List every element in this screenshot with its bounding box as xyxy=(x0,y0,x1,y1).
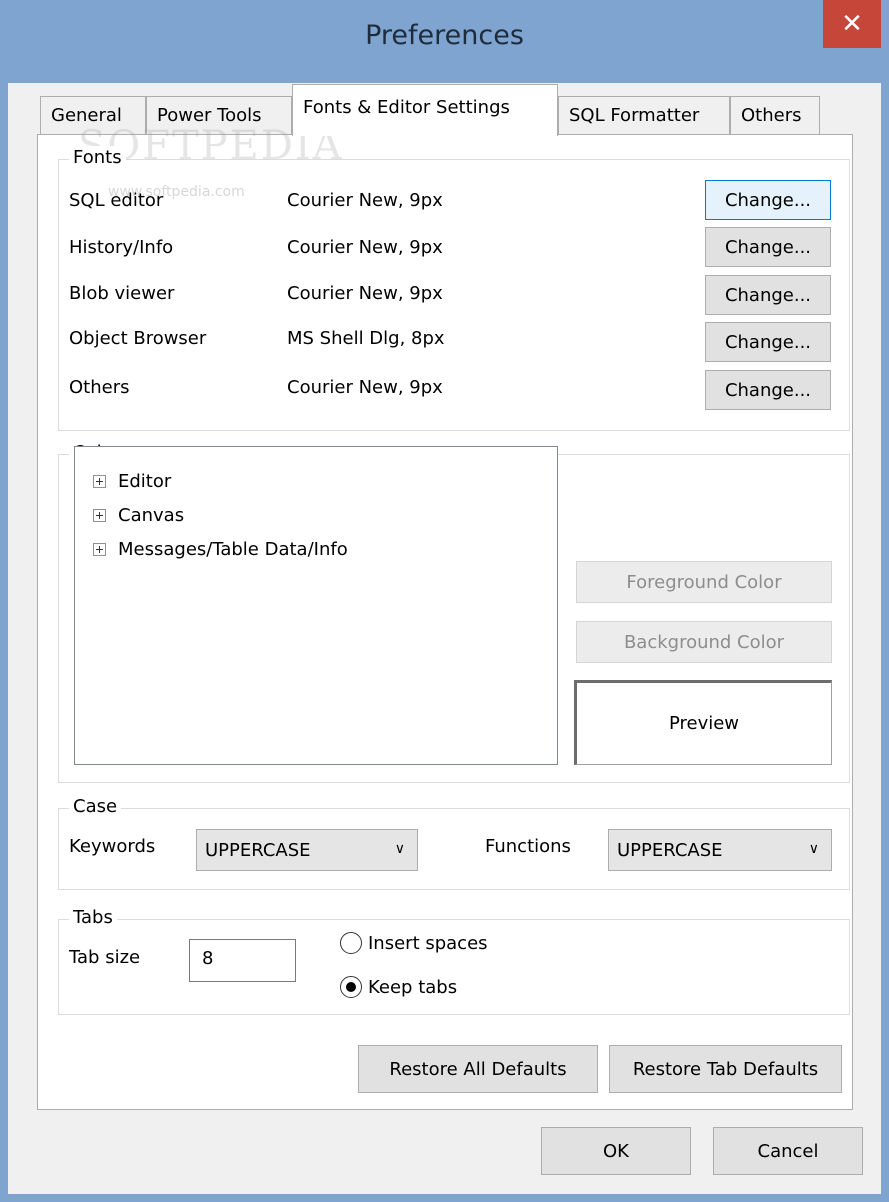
tab-others[interactable]: Others xyxy=(730,96,820,138)
tab-label: Fonts & Editor Settings xyxy=(303,97,510,118)
tab-label: General xyxy=(51,105,122,126)
font-row-value: Courier New, 9px xyxy=(287,377,443,398)
font-row-name: History/Info xyxy=(69,237,174,258)
tab-sql-formatter[interactable]: SQL Formatter xyxy=(558,96,730,138)
tab-label: Others xyxy=(741,105,802,126)
window-title: Preferences xyxy=(365,20,524,51)
insert-spaces-radio[interactable]: Insert spaces xyxy=(340,932,488,954)
close-icon: ✕ xyxy=(841,9,863,39)
keywords-case-value: UPPERCASE xyxy=(205,839,311,861)
tree-item-messages-table-data-info[interactable]: Messages/Table Data/Info xyxy=(93,535,348,563)
font-row-value: MS Shell Dlg, 8px xyxy=(287,328,445,349)
font-row-name: Object Browser xyxy=(69,328,207,349)
change-others-font-button[interactable]: Change... xyxy=(705,370,831,410)
font-row-value: Courier New, 9px xyxy=(287,190,443,211)
font-row-name: Others xyxy=(69,377,130,398)
expand-icon[interactable] xyxy=(93,508,106,522)
ok-button[interactable]: OK xyxy=(541,1127,691,1175)
tab-size-label: Tab size xyxy=(69,947,141,968)
close-button[interactable]: ✕ xyxy=(823,0,881,48)
tab-size-input[interactable]: 8 xyxy=(189,939,296,982)
restore-tab-defaults-button[interactable]: Restore Tab Defaults xyxy=(609,1045,842,1093)
tab-general[interactable]: General xyxy=(40,96,146,138)
cancel-button[interactable]: Cancel xyxy=(713,1127,863,1175)
tab-label: Power Tools xyxy=(157,105,262,126)
keep-tabs-radio[interactable]: Keep tabs xyxy=(340,976,457,998)
title-bar: Preferences ✕ xyxy=(0,0,889,83)
tab-label: SQL Formatter xyxy=(569,105,700,126)
background-color-button[interactable]: Background Color xyxy=(576,621,832,663)
expand-icon[interactable] xyxy=(93,542,106,556)
color-tree[interactable]: Editor Canvas Messages/Table Data/Info xyxy=(74,446,558,765)
functions-case-select[interactable]: UPPERCASE ∨ xyxy=(608,829,832,871)
change-object-browser-font-button[interactable]: Change... xyxy=(705,322,831,362)
chevron-down-icon: ∨ xyxy=(808,841,819,857)
tree-item-editor[interactable]: Editor xyxy=(93,467,171,495)
font-row-name: SQL editor xyxy=(69,190,164,211)
tabs-group-label: Tabs xyxy=(69,906,117,930)
foreground-color-button[interactable]: Foreground Color xyxy=(576,561,832,603)
fonts-group-label: Fonts xyxy=(69,146,126,170)
font-row-value: Courier New, 9px xyxy=(287,237,443,258)
tree-item-canvas[interactable]: Canvas xyxy=(93,501,184,529)
tab-power-tools[interactable]: Power Tools xyxy=(146,96,292,138)
change-blob-viewer-font-button[interactable]: Change... xyxy=(705,275,831,315)
tree-item-label: Canvas xyxy=(118,504,185,526)
insert-spaces-label: Insert spaces xyxy=(368,932,488,954)
expand-icon[interactable] xyxy=(93,474,106,488)
tab-fonts-editor-settings[interactable]: Fonts & Editor Settings xyxy=(292,84,558,136)
functions-label: Functions xyxy=(485,836,571,857)
chevron-down-icon: ∨ xyxy=(394,841,405,857)
color-preview: Preview xyxy=(574,680,832,765)
change-history-info-font-button[interactable]: Change... xyxy=(705,227,831,267)
keywords-case-select[interactable]: UPPERCASE ∨ xyxy=(196,829,418,871)
change-sql-editor-font-button[interactable]: Change... xyxy=(705,180,831,220)
functions-case-value: UPPERCASE xyxy=(617,839,723,861)
keywords-label: Keywords xyxy=(69,836,156,857)
font-row-value: Courier New, 9px xyxy=(287,283,443,304)
keep-tabs-label: Keep tabs xyxy=(368,976,458,998)
tree-item-label: Messages/Table Data/Info xyxy=(118,538,348,560)
font-row-name: Blob viewer xyxy=(69,283,175,304)
case-group-label: Case xyxy=(69,795,122,819)
fonts-editor-settings-pane: SOFTPEDIA www.softpedia.com Fonts SQL ed… xyxy=(37,123,853,1110)
tree-item-label: Editor xyxy=(118,470,172,492)
restore-all-defaults-button[interactable]: Restore All Defaults xyxy=(358,1045,598,1093)
radio-unchecked-icon[interactable] xyxy=(340,932,362,954)
radio-checked-icon[interactable] xyxy=(340,976,362,998)
